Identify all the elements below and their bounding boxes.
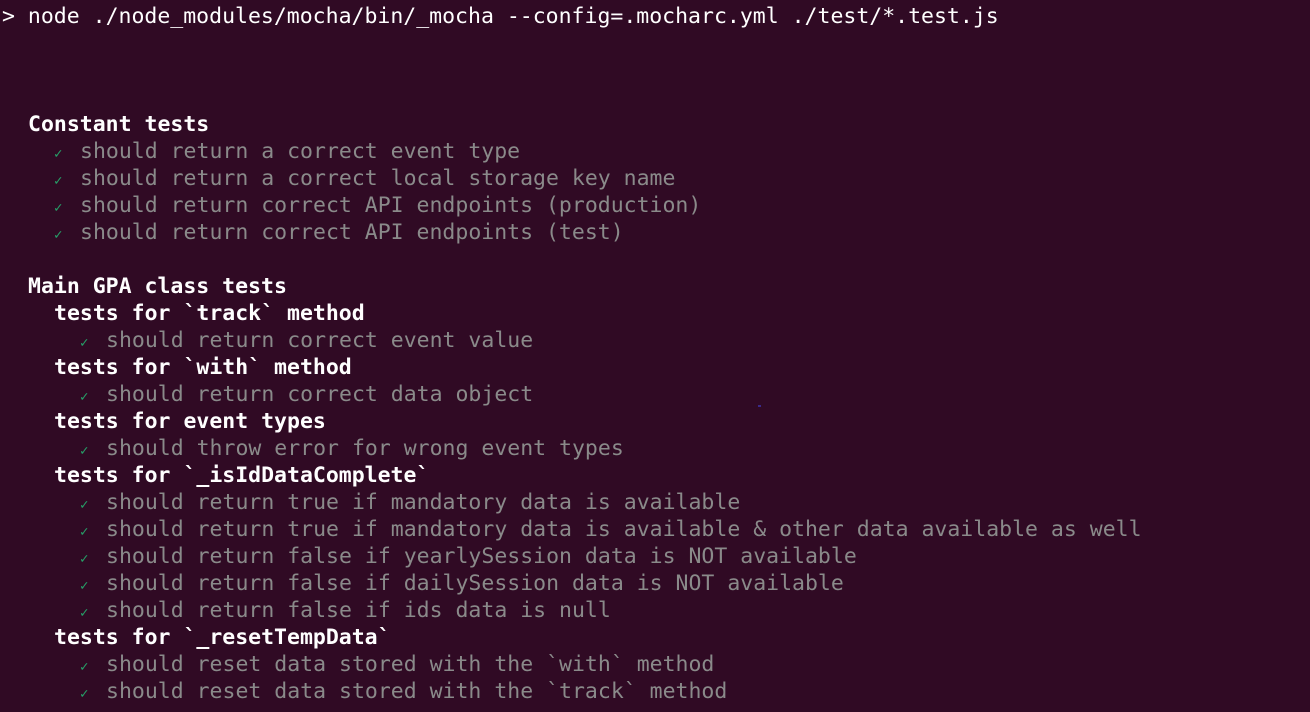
test-label: should return correct API endpoints (tes… — [80, 220, 624, 245]
test-label: should return correct API endpoints (pro… — [80, 193, 702, 218]
check-icon: ✓ — [80, 389, 89, 405]
check-icon: ✓ — [80, 659, 89, 675]
check-icon: ✓ — [80, 443, 89, 459]
test-label: should reset data stored with the `with`… — [106, 652, 715, 677]
test-result: ✓ should reset data stored with the `trac… — [0, 678, 1310, 705]
stray-pixel-artifact — [758, 405, 761, 407]
test-label: should return true if mandatory data is … — [106, 517, 1142, 542]
test-result: ✓ should return false if yearlySession da… — [0, 543, 1310, 570]
group-title-reset-temp-data: tests for `_resetTempData` — [54, 625, 391, 650]
check-icon: ✓ — [80, 551, 89, 567]
check-icon: ✓ — [80, 605, 89, 621]
suite-title-constant: Constant tests — [28, 112, 210, 137]
test-result: ✓ should return a correct local storage k… — [0, 165, 1310, 192]
prompt-symbol: > — [2, 4, 15, 29]
test-result: ✓ should return correct event value — [0, 327, 1310, 354]
test-label: should return true if mandatory data is … — [106, 490, 741, 515]
test-result: ✓ should return false if dailySession dat… — [0, 570, 1310, 597]
suite-title-main: Main GPA class tests — [28, 274, 287, 299]
test-label: should return correct event value — [106, 328, 534, 353]
test-label: should throw error for wrong event types — [106, 436, 624, 461]
test-label: should return a correct local storage ke… — [80, 166, 676, 191]
check-icon: ✓ — [80, 578, 89, 594]
test-result: ✓ should return correct API endpoints (te… — [0, 219, 1310, 246]
check-icon: ✓ — [54, 173, 63, 189]
group-title-track: tests for `track` method — [54, 301, 365, 326]
group-title-with: tests for `with` method — [54, 355, 352, 380]
check-icon: ✓ — [80, 335, 89, 351]
test-result: ✓ should return false if ids data is null — [0, 597, 1310, 624]
command-text: node ./node_modules/mocha/bin/_mocha --c… — [27, 4, 999, 29]
check-icon: ✓ — [80, 524, 89, 540]
group-title-is-id-data-complete: tests for `_isIdDataComplete` — [54, 463, 430, 488]
test-label: should return false if ids data is null — [106, 598, 611, 623]
check-icon: ✓ — [80, 497, 89, 513]
terminal-window[interactable]: > node ./node_modules/mocha/bin/_mocha -… — [0, 0, 1310, 712]
test-label: should return false if dailySession data… — [106, 571, 844, 596]
command-line: > node ./node_modules/mocha/bin/_mocha -… — [0, 3, 1310, 30]
test-result: ✓ should return true if mandatory data is… — [0, 516, 1310, 543]
test-result: ✓ should throw error for wrong event type… — [0, 435, 1310, 462]
test-result: ✓ should reset data stored with the `with… — [0, 651, 1310, 678]
test-result: ✓ should return true if mandatory data is… — [0, 489, 1310, 516]
check-icon: ✓ — [54, 146, 63, 162]
test-result: ✓ should return correct data object — [0, 381, 1310, 408]
test-label: should reset data stored with the `track… — [106, 679, 728, 704]
group-title-event-types: tests for event types — [54, 409, 326, 434]
test-label: should return a correct event type — [80, 139, 521, 164]
check-icon: ✓ — [80, 686, 89, 702]
check-icon: ✓ — [54, 200, 63, 216]
test-result: ✓ should return a correct event type — [0, 138, 1310, 165]
test-result: ✓ should return correct API endpoints (pr… — [0, 192, 1310, 219]
test-label: should return false if yearlySession dat… — [106, 544, 857, 569]
test-label: should return correct data object — [106, 382, 534, 407]
check-icon: ✓ — [54, 227, 63, 243]
